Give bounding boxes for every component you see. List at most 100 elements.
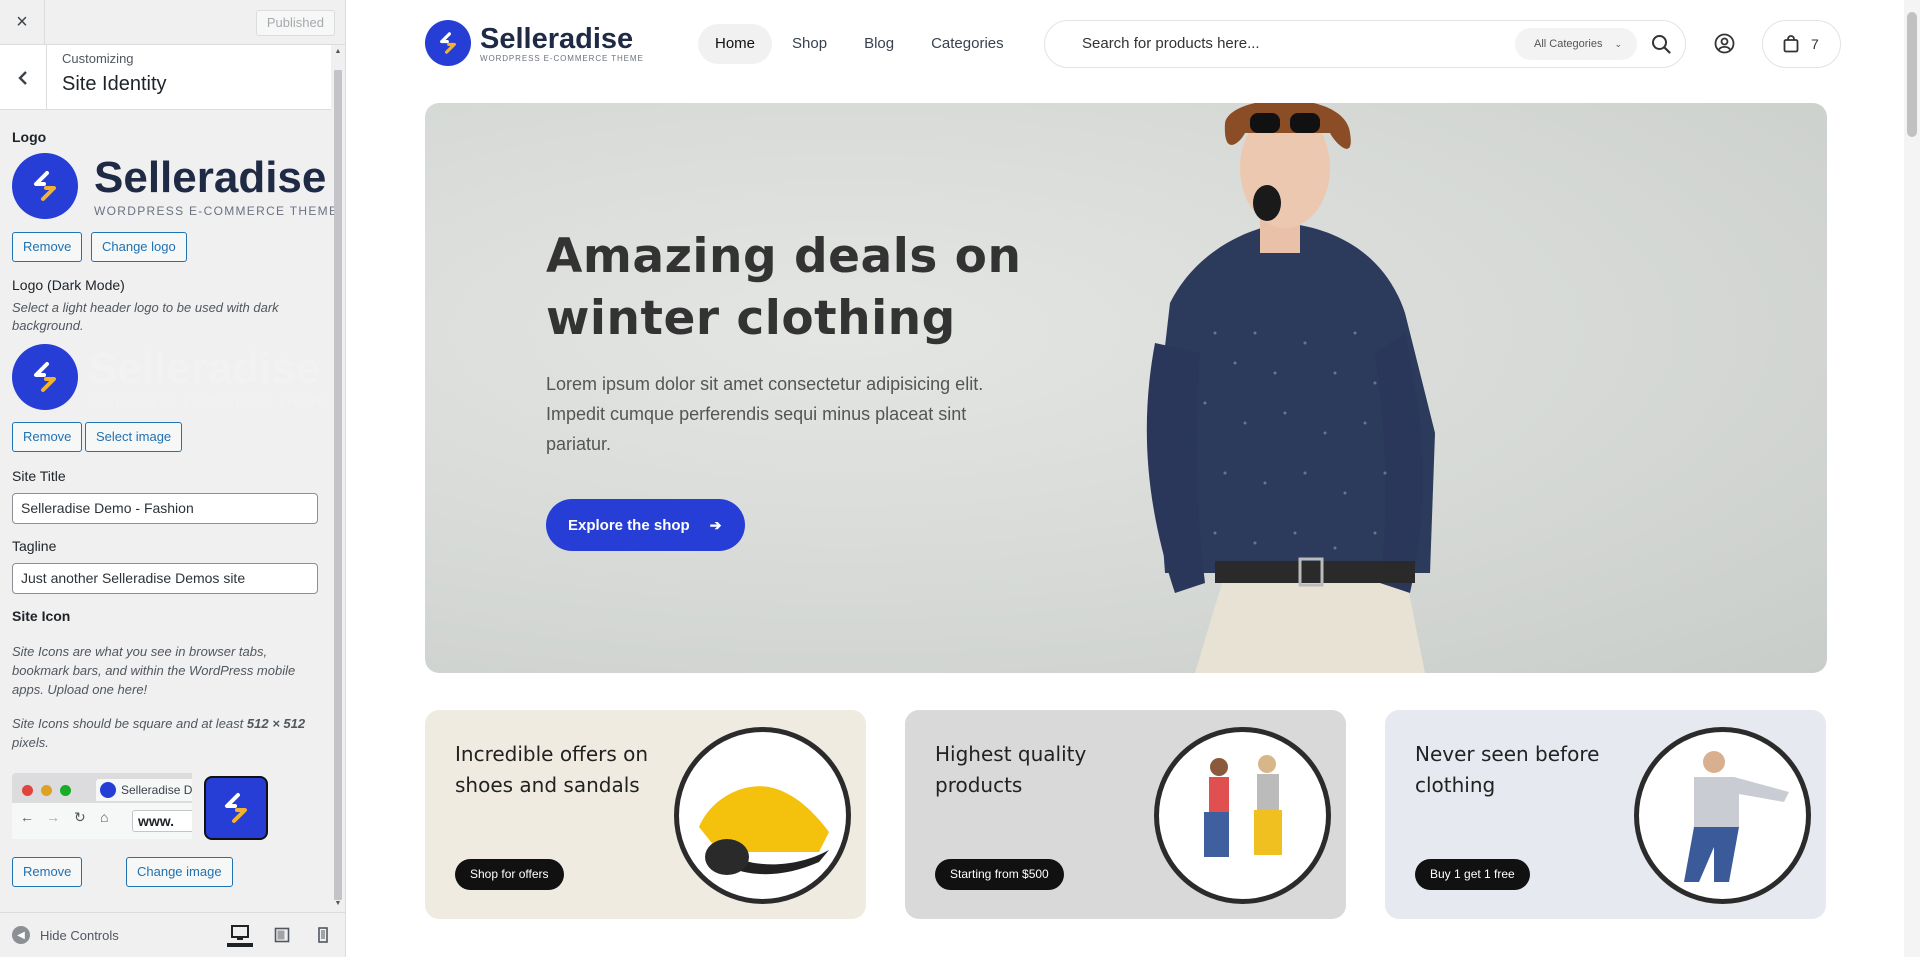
- sidebar-scrollbar-thumb[interactable]: [334, 70, 342, 900]
- hide-controls-label: Hide Controls: [40, 927, 119, 943]
- chevron-left-icon: [18, 70, 27, 85]
- preview-scrollbar-thumb[interactable]: [1907, 12, 1917, 137]
- collapse-arrow-icon: ◀: [12, 926, 30, 944]
- desktop-preview-button[interactable]: [227, 923, 253, 947]
- hero-description: Lorem ipsum dolor sit amet consectetur a…: [546, 374, 984, 454]
- reload-icon: ↻: [74, 809, 86, 825]
- dancers-image: [1154, 727, 1331, 904]
- site-preview: Selleradise WORDPRESS E-COMMERCE THEME H…: [346, 0, 1920, 957]
- main-nav: Home Shop Blog Categories: [698, 24, 1024, 64]
- logo-brand-sub: WORDPRESS E-COMMERCE THEME: [94, 203, 339, 218]
- change-logo-button[interactable]: Change logo: [91, 232, 187, 262]
- account-icon[interactable]: [1714, 33, 1735, 54]
- arrow-right-icon: ➔: [709, 516, 722, 533]
- favicon-icon: [100, 782, 116, 798]
- logo-control-title: Logo: [12, 129, 47, 145]
- site-icon-size: 512 × 512: [246, 716, 306, 731]
- tablet-preview-button[interactable]: [269, 923, 295, 947]
- logo-mark-icon: [12, 344, 78, 410]
- published-button[interactable]: Published: [255, 10, 335, 36]
- customizer-header: × Published: [0, 0, 345, 45]
- site-icon-size-note: Site Icons should be square and at least…: [12, 716, 306, 750]
- explore-shop-label: Explore the shop: [568, 516, 690, 534]
- nav-shop[interactable]: Shop: [775, 24, 844, 64]
- logo-dark-preview[interactable]: Selleradise WORDPRESS ECOMMERCE THEME: [12, 344, 327, 410]
- desktop-icon: [231, 925, 249, 940]
- explore-shop-button[interactable]: Explore the shop ➔: [546, 499, 746, 551]
- model-image: [1634, 727, 1811, 904]
- site-icon-description: Site Icons are what you see in browser t…: [12, 644, 296, 697]
- logo-mark-icon: [12, 153, 78, 219]
- hero-banner: Amazing deals on winter clothing Lorem i…: [425, 103, 1827, 673]
- site-logo-sub: WORDPRESS E-COMMERCE THEME: [480, 53, 644, 63]
- logo-dark-brand-name: Selleradise: [88, 343, 321, 393]
- site-icon-remove-button[interactable]: Remove: [12, 857, 83, 887]
- site-logo[interactable]: Selleradise WORDPRESS E-COMMERCE THEME: [425, 20, 644, 66]
- scroll-up-arrow-icon[interactable]: ▲: [334, 48, 342, 55]
- scroll-down-arrow-icon[interactable]: ▼: [334, 900, 342, 907]
- promo-card-shoes[interactable]: Incredible offers on shoes and sandals S…: [425, 710, 866, 919]
- buy-one-get-one-button[interactable]: Buy 1 get 1 free: [1415, 859, 1530, 890]
- section-header: Customizing Site Identity: [0, 45, 331, 110]
- search-input[interactable]: Search for products here...: [1082, 21, 1260, 67]
- shoe-image: [674, 727, 851, 904]
- site-title-label: Site Title: [12, 468, 66, 484]
- customizing-label: Customizing: [62, 51, 134, 66]
- cart-button[interactable]: 7: [1762, 20, 1841, 68]
- site-logo-mark-icon: [425, 20, 471, 66]
- logo-preview[interactable]: Selleradise WORDPRESS E-COMMERCE THEME: [12, 153, 338, 219]
- back-arrow-icon: ←: [20, 809, 34, 825]
- home-icon: ⌂: [100, 809, 109, 825]
- nav-blog[interactable]: Blog: [847, 24, 911, 64]
- promo-card-quality[interactable]: Highest quality products Starting from $…: [905, 710, 1346, 919]
- logo-dark-remove-button[interactable]: Remove: [12, 422, 83, 452]
- nav-home[interactable]: Home: [698, 24, 773, 64]
- change-image-button[interactable]: Change image: [126, 857, 233, 887]
- chevron-down-icon: ⌄: [1614, 39, 1622, 49]
- browser-nav-preview: ← → ↻ ⌂ www.: [12, 803, 192, 839]
- browser-tab-preview: Selleradise D: [96, 779, 192, 801]
- customizer-sidebar: × Published Customizing Site Identity Lo…: [0, 0, 346, 957]
- hero-title: Amazing deals on winter clothing: [546, 229, 1022, 346]
- preview-scrollbar-track[interactable]: [1904, 0, 1920, 957]
- site-icon-browser-preview: Selleradise D ← → ↻ ⌂ www.: [12, 773, 192, 839]
- category-select-value: All Categories: [1534, 38, 1603, 50]
- forward-arrow-icon: →: [46, 809, 60, 825]
- select-image-button[interactable]: Select image: [85, 422, 183, 452]
- starting-from-button[interactable]: Starting from $500: [935, 859, 1064, 890]
- tagline-input[interactable]: Just another Selleradise Demos site: [12, 563, 318, 594]
- nav-categories[interactable]: Categories: [914, 24, 1021, 64]
- maximize-dot-icon: [60, 785, 71, 796]
- customizer-footer: ◀ Hide Controls: [0, 912, 345, 957]
- shopping-bag-icon: [1783, 35, 1799, 53]
- customizer-panel: Customizing Site Identity Logo Selleradi…: [0, 45, 346, 912]
- promo-title: Highest quality products: [935, 742, 1087, 797]
- hero-model-image: [1146, 103, 1435, 673]
- mobile-icon: [318, 927, 328, 943]
- logo-dark-description: Select a light header logo to be used wi…: [12, 300, 279, 333]
- tablet-icon: [274, 927, 290, 943]
- category-select[interactable]: All Categories ⌄: [1515, 28, 1637, 60]
- shop-offers-button[interactable]: Shop for offers: [455, 859, 564, 890]
- logo-brand-name: Selleradise: [94, 152, 327, 202]
- mobile-preview-button[interactable]: [310, 923, 336, 947]
- back-button[interactable]: [0, 45, 47, 110]
- cart-count: 7: [1811, 36, 1819, 52]
- promo-title: Never seen before clothing: [1415, 742, 1600, 797]
- product-search-bar[interactable]: Search for products here... All Categori…: [1044, 20, 1686, 68]
- site-logo-name: Selleradise: [480, 22, 634, 55]
- site-title-input[interactable]: Selleradise Demo - Fashion: [12, 493, 318, 524]
- url-bar-preview: www.: [132, 810, 192, 832]
- close-customizer-button[interactable]: ×: [0, 0, 45, 45]
- minimize-dot-icon: [41, 785, 52, 796]
- search-icon[interactable]: [1651, 34, 1671, 54]
- promo-title: Incredible offers on shoes and sandals: [455, 742, 649, 797]
- site-icon-label: Site Icon: [12, 608, 71, 624]
- close-dot-icon: [22, 785, 33, 796]
- promo-card-clothing[interactable]: Never seen before clothing Buy 1 get 1 f…: [1385, 710, 1826, 919]
- site-icon-preview: [204, 776, 268, 840]
- logo-dark-brand-sub: WORDPRESS ECOMMERCE THEME: [88, 394, 327, 409]
- logo-dark-control-title: Logo (Dark Mode): [12, 277, 125, 293]
- logo-remove-button[interactable]: Remove: [12, 232, 83, 262]
- hide-controls-button[interactable]: ◀ Hide Controls: [12, 926, 119, 944]
